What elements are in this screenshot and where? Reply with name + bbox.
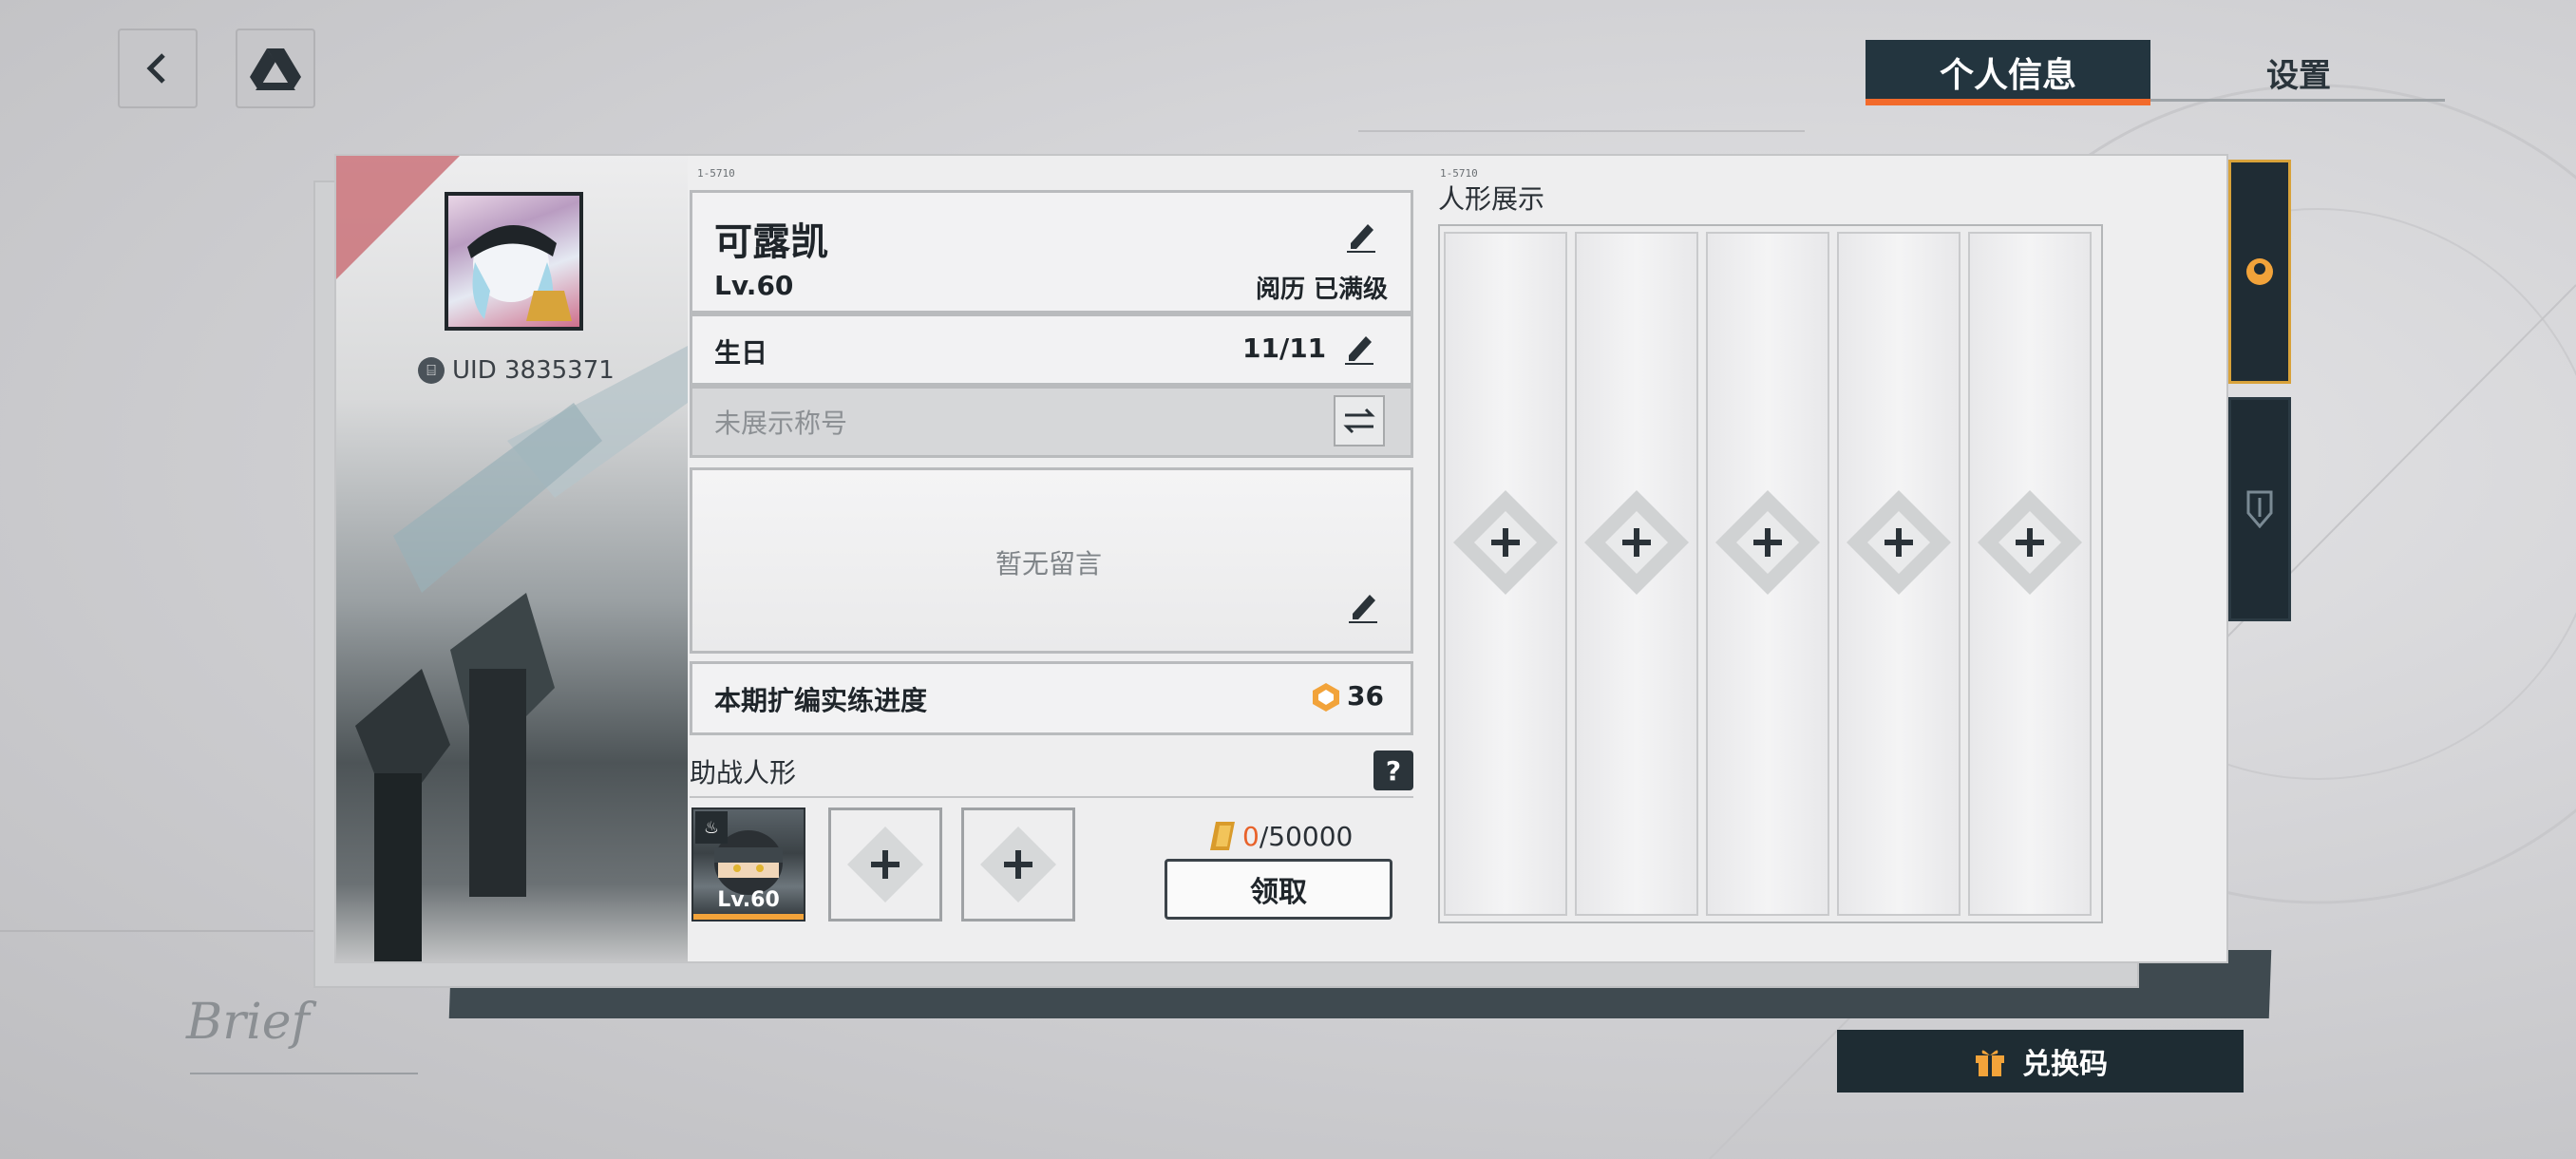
side-tabs (2228, 160, 2295, 621)
support-doll-slot-3[interactable] (961, 808, 1075, 922)
pencil-icon (1345, 336, 1373, 365)
edit-message-button[interactable] (1343, 587, 1381, 625)
gift-icon (1976, 1050, 2004, 1076)
progress-value: 36 (1347, 680, 1384, 712)
support-doll-slot-1[interactable]: ♨ Lv.60 (691, 808, 805, 922)
birthday-label: 生日 (714, 337, 768, 369)
back-button[interactable] (118, 28, 198, 108)
swap-icon (1343, 408, 1375, 434)
side-tab-badge[interactable] (2228, 397, 2291, 621)
rank-status: 阅历 已满级 (1256, 276, 1389, 304)
display-title: 人形展示 (1438, 183, 1545, 215)
add-doll-icon (1978, 490, 2082, 595)
active-tab-indicator (1866, 99, 2150, 105)
pencil-icon (1349, 595, 1377, 623)
claim-button[interactable]: 领取 (1165, 859, 1392, 920)
drive-button[interactable] (236, 28, 315, 108)
add-icon (980, 826, 1056, 902)
message-text: 暂无留言 (995, 548, 1103, 580)
support-dolls-label: 助战人形 (690, 757, 797, 788)
uid-display: ⌸ UID 3835371 (418, 352, 617, 390)
triangle-logo-icon (250, 48, 301, 90)
reward-max: /50000 (1259, 820, 1354, 852)
panel-code-left: 1-5710 (697, 167, 735, 180)
gold-bar-icon (1210, 822, 1235, 850)
add-doll-icon (1847, 490, 1951, 595)
chevron-left-icon (146, 53, 165, 84)
edit-name-button[interactable] (1341, 217, 1379, 255)
player-name: 可露凯 (714, 220, 828, 264)
swap-title-button[interactable] (1334, 395, 1385, 446)
edit-birthday-button[interactable] (1339, 329, 1377, 367)
add-doll-icon (1584, 490, 1689, 595)
rarity-bar (693, 914, 804, 920)
player-level: Lv.60 (714, 270, 794, 301)
tab-personal-info[interactable]: 个人信息 (1866, 40, 2150, 104)
title-placeholder: 未展示称号 (714, 408, 848, 439)
uid-text: UID 3835371 (452, 356, 615, 385)
tab-settings[interactable]: 设置 (2175, 40, 2422, 104)
reward-counter: 0/50000 (1208, 817, 1353, 855)
side-tab-profile[interactable] (2228, 160, 2291, 384)
add-icon (847, 826, 923, 902)
reward-current: 0 (1242, 820, 1260, 852)
support-divider (690, 796, 1413, 798)
fire-element-icon: ♨ (695, 811, 728, 844)
id-icon: ⌸ (418, 357, 445, 384)
pencil-icon (1347, 224, 1375, 253)
redeem-label: 兑换码 (2022, 1048, 2108, 1081)
help-button[interactable]: ? (1373, 750, 1413, 790)
support-doll-level: Lv.60 (717, 888, 780, 912)
redeem-code-button[interactable]: 兑换码 (1837, 1030, 2244, 1092)
support-doll-slot-2[interactable] (828, 808, 942, 922)
progress-label: 本期扩编实练进度 (714, 685, 928, 716)
birthday-value: 11/11 (1242, 332, 1327, 364)
hexagon-coin-icon (1311, 682, 1341, 712)
head-icon (2246, 258, 2273, 285)
brief-signature: Brief (186, 994, 310, 1051)
shield-icon (2246, 490, 2273, 528)
add-doll-icon (1715, 490, 1820, 595)
avatar[interactable] (445, 192, 583, 331)
add-doll-icon (1453, 490, 1558, 595)
